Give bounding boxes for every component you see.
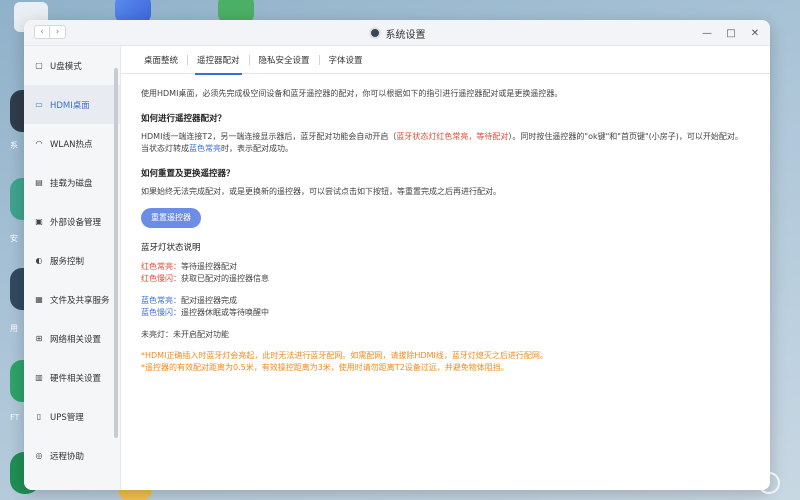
status-desc: 获取已配对的遥控器信息 xyxy=(181,274,269,284)
disk-icon: ▤ xyxy=(35,178,43,187)
main-content: 桌面整统 遥控器配对 隐私安全设置 字体设置 使用HDMI桌面，必须先完成极空间… xyxy=(121,46,770,490)
sidebar-item-label: 服务控制 xyxy=(50,256,85,267)
folder-icon: ▦ xyxy=(35,295,43,304)
status-label: 蓝色常亮： xyxy=(141,295,181,305)
note-hdmi: *HDMI正确插入时蓝牙灯会亮起，此时无法进行蓝牙配网。如需配网，请拔除HDMI… xyxy=(141,351,548,361)
pair-instructions: HDMI线一端连接T2，另一端连接显示器后，蓝牙配对功能会自动开启（蓝牙状态灯红… xyxy=(141,131,750,156)
status-line: 蓝色慢闪：遥控器休眠或等待唤醒中 xyxy=(141,307,750,319)
status-line: 蓝色常亮：配对遥控器完成 xyxy=(141,295,750,307)
reset-instructions: 如果始终无法完成配对，或是更换新的遥控器，可以尝试点击如下按钮，等重置完成之后再… xyxy=(141,186,501,196)
title-bar: ‹ › 系统设置 — □ ✕ xyxy=(24,20,770,46)
sidebar-item-label: 远程协助 xyxy=(50,451,85,462)
sidebar-item-external-devices[interactable]: ▣ 外部设备管理 xyxy=(24,202,120,241)
status-line: 未亮灯：未开启配对功能 xyxy=(141,329,750,341)
status-line: 红色慢闪：获取已配对的遥控器信息 xyxy=(141,273,750,285)
pair-status-blue: 蓝色常亮 xyxy=(189,143,221,153)
tab-desktop[interactable]: 桌面整统 xyxy=(135,46,187,74)
status-desc: 未开启配对功能 xyxy=(173,329,229,339)
status-desc: 等待遥控器配对 xyxy=(181,262,237,272)
pair-text: 时，表示配对成功。 xyxy=(221,143,293,153)
sidebar-item-label: WLAN热点 xyxy=(50,139,93,150)
sidebar-scrollbar[interactable] xyxy=(114,68,118,438)
status-label: 蓝色慢闪： xyxy=(141,308,181,318)
device-icon: ▣ xyxy=(35,217,43,226)
status-group-off: 未亮灯：未开启配对功能 xyxy=(141,329,750,341)
sidebar-item-ups[interactable]: ▯ UPS管理 xyxy=(24,397,120,436)
pair-status-red: 蓝牙状态灯红色常亮，等待配对 xyxy=(396,131,509,141)
sidebar-item-mount-disk[interactable]: ▤ 挂载为磁盘 xyxy=(24,163,120,202)
intro-text: 使用HDMI桌面，必须先完成极空间设备和蓝牙遥控器的配对，你可以根据如下的指引进… xyxy=(141,89,563,98)
window-title: 系统设置 xyxy=(385,29,426,41)
tab-bar: 桌面整统 遥控器配对 隐私安全设置 字体设置 xyxy=(121,46,770,75)
note-distance: *遥控器的有效配对距离为0.5米，有效操控距离为3米，使用时请勿距离T2设备过远… xyxy=(141,363,509,373)
back-button[interactable]: ‹ xyxy=(34,25,50,39)
watermark xyxy=(758,472,780,494)
desktop-label: 系 xyxy=(10,141,18,150)
status-group-blue: 蓝色常亮：配对遥控器完成 蓝色慢闪：遥控器休眠或等待唤醒中 xyxy=(141,295,750,320)
reset-remote-button[interactable]: 重置遥控器 xyxy=(141,207,201,228)
status-label: 红色慢闪： xyxy=(141,274,181,284)
desktop-label: 安 xyxy=(10,234,18,243)
forward-button[interactable]: › xyxy=(50,25,66,39)
maximize-icon[interactable]: □ xyxy=(724,26,738,40)
sidebar-item-file-sharing[interactable]: ▦ 文件及共享服务 xyxy=(24,280,120,319)
sidebar-item-label: 硬件相关设置 xyxy=(50,373,102,384)
app-logo-icon xyxy=(368,27,381,39)
usb-icon: ▢ xyxy=(35,61,43,70)
sidebar-item-label: 挂载为磁盘 xyxy=(50,178,93,189)
pair-heading: 如何进行遥控器配对？ xyxy=(141,114,227,125)
sidebar-item-label: 网络相关设置 xyxy=(50,334,102,345)
settings-window: ‹ › 系统设置 — □ ✕ ▢ U盘模式 ▭ HDMI桌面 ◠ WLAN热点 … xyxy=(24,20,770,490)
status-label: 红色常亮： xyxy=(141,262,181,272)
status-group-red: 红色常亮：等待遥控器配对 红色慢闪：获取已配对的遥控器信息 xyxy=(141,261,750,286)
sidebar-item-label: HDMI桌面 xyxy=(50,100,90,111)
tab-privacy-security[interactable]: 隐私安全设置 xyxy=(250,46,319,74)
watermark-logo-icon xyxy=(758,472,780,494)
minimize-icon[interactable]: — xyxy=(700,26,714,40)
sidebar-item-remote-assist[interactable]: ◎ 远程协助 xyxy=(24,436,120,475)
close-icon[interactable]: ✕ xyxy=(748,26,762,40)
desktop-label: 用 xyxy=(10,324,18,333)
sidebar-item-hardware-settings[interactable]: ▥ 硬件相关设置 xyxy=(24,358,120,397)
status-desc: 遥控器休眠或等待唤醒中 xyxy=(181,308,269,318)
remote-icon: ◎ xyxy=(35,451,43,460)
status-line: 红色常亮：等待遥控器配对 xyxy=(141,261,750,273)
sidebar-item-service-control[interactable]: ◐ 服务控制 xyxy=(24,241,120,280)
sidebar-item-network-settings[interactable]: ⊞ 网络相关设置 xyxy=(24,319,120,358)
status-heading: 蓝牙灯状态说明 xyxy=(141,242,201,253)
tab-remote-pairing[interactable]: 遥控器配对 xyxy=(188,46,249,75)
content-body: 使用HDMI桌面，必须先完成极空间设备和蓝牙遥控器的配对，你可以根据如下的指引进… xyxy=(121,74,770,375)
sidebar-item-wlan-hotspot[interactable]: ◠ WLAN热点 xyxy=(24,124,120,163)
sidebar-item-usb-mode[interactable]: ▢ U盘模式 xyxy=(24,46,120,85)
pair-text: HDMI线一端连接T2，另一端连接显示器后，蓝牙配对功能会自动开启（ xyxy=(141,131,397,141)
hardware-icon: ▥ xyxy=(35,373,43,382)
status-desc: 配对遥控器完成 xyxy=(181,295,237,305)
reset-heading: 如何重置及更换遥控器？ xyxy=(141,169,235,180)
tab-font-settings[interactable]: 字体设置 xyxy=(320,46,372,74)
sidebar-item-label: 外部设备管理 xyxy=(50,217,102,228)
ups-icon: ▯ xyxy=(36,412,42,421)
monitor-icon: ▭ xyxy=(35,100,43,109)
status-label: 未亮灯： xyxy=(141,329,173,339)
nav-buttons: ‹ › xyxy=(34,25,66,39)
desktop-label: FT xyxy=(10,413,20,422)
toggle-icon: ◐ xyxy=(35,256,43,265)
sidebar: ▢ U盘模式 ▭ HDMI桌面 ◠ WLAN热点 ▤ 挂载为磁盘 ▣ 外部设备管… xyxy=(24,46,121,490)
sidebar-item-hdmi-desktop[interactable]: ▭ HDMI桌面 xyxy=(24,85,120,124)
sidebar-item-label: UPS管理 xyxy=(50,412,84,423)
sidebar-item-label: U盘模式 xyxy=(50,61,82,72)
wifi-icon: ◠ xyxy=(35,139,43,148)
sidebar-item-label: 文件及共享服务 xyxy=(50,295,110,306)
network-icon: ⊞ xyxy=(35,334,43,343)
